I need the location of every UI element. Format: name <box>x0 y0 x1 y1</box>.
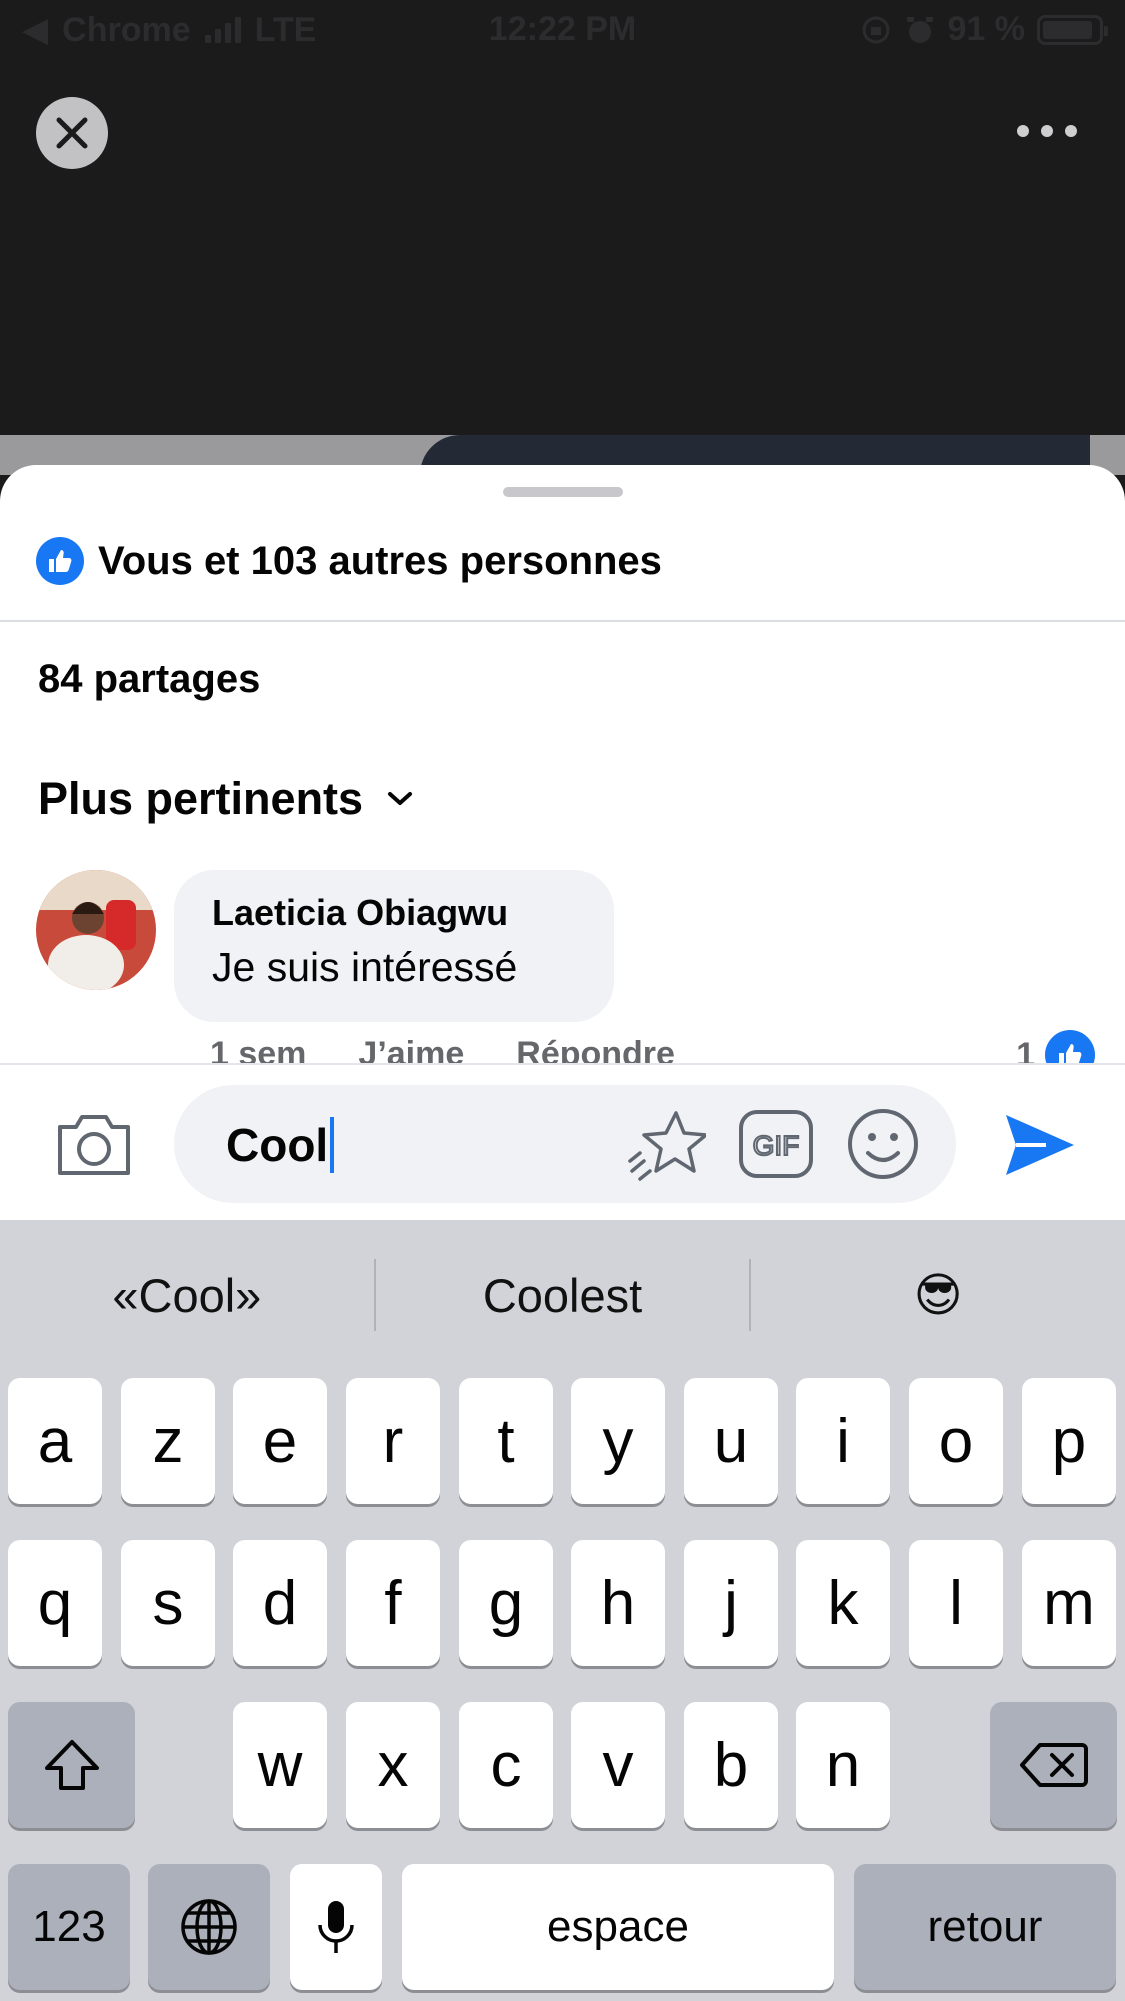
key-t[interactable]: t <box>459 1378 553 1504</box>
key-s[interactable]: s <box>121 1540 215 1666</box>
key-f[interactable]: f <box>346 1540 440 1666</box>
globe-key[interactable] <box>148 1864 270 1990</box>
battery-percent: 91 % <box>947 10 1026 48</box>
like-icon <box>36 537 84 585</box>
key-o[interactable]: o <box>909 1378 1003 1504</box>
comment-composer: Cool GIF <box>0 1063 1125 1220</box>
key-y[interactable]: y <box>571 1378 665 1504</box>
more-options-button[interactable] <box>1017 116 1077 146</box>
sticker-icon[interactable] <box>626 1105 706 1185</box>
key-row-2: q s d f g h j k l m <box>0 1540 1125 1666</box>
key-w[interactable]: w <box>233 1702 327 1828</box>
status-right: 91 % <box>860 10 1108 49</box>
key-h[interactable]: h <box>571 1540 665 1666</box>
key-z[interactable]: z <box>121 1378 215 1504</box>
keyboard: «Cool» Coolest 😎 a z e r t y u i o p q s… <box>0 1220 1125 2001</box>
likes-text: Vous et 103 autres personnes <box>98 538 662 583</box>
key-p[interactable]: p <box>1022 1378 1116 1504</box>
close-button[interactable] <box>36 97 108 169</box>
comment-input-text[interactable]: Cool <box>226 1117 335 1173</box>
dictation-key[interactable] <box>290 1864 382 1990</box>
send-icon[interactable] <box>1002 1107 1078 1183</box>
return-key[interactable]: retour <box>854 1864 1116 1990</box>
sheet-grabber[interactable] <box>503 487 623 497</box>
key-j[interactable]: j <box>684 1540 778 1666</box>
key-g[interactable]: g <box>459 1540 553 1666</box>
space-key[interactable]: espace <box>402 1864 834 1990</box>
divider <box>0 620 1125 622</box>
suggestion-2[interactable]: Coolest <box>376 1268 750 1323</box>
camera-icon[interactable] <box>54 1107 134 1179</box>
sort-dropdown[interactable]: Plus pertinents <box>38 773 415 825</box>
key-u[interactable]: u <box>684 1378 778 1504</box>
text-caret <box>330 1117 335 1173</box>
suggestion-bar: «Cool» Coolest 😎 <box>0 1220 1125 1370</box>
gif-icon[interactable]: GIF <box>738 1109 814 1179</box>
key-v[interactable]: v <box>571 1702 665 1828</box>
key-d[interactable]: d <box>233 1540 327 1666</box>
shift-icon <box>44 1740 99 1790</box>
key-b[interactable]: b <box>684 1702 778 1828</box>
key-l[interactable]: l <box>909 1540 1003 1666</box>
comment-text: Je suis intéressé <box>212 944 518 990</box>
key-c[interactable]: c <box>459 1702 553 1828</box>
key-n[interactable]: n <box>796 1702 890 1828</box>
globe-icon <box>181 1899 237 1955</box>
comment-input-value: Cool <box>226 1119 329 1171</box>
backspace-key[interactable] <box>990 1702 1117 1828</box>
lock-rotation-icon <box>862 16 889 43</box>
sort-label: Plus pertinents <box>38 773 364 824</box>
comment-bubble[interactable]: Laeticia Obiagwu Je suis intéressé <box>174 870 614 1022</box>
comment-input[interactable]: Cool GIF <box>174 1085 956 1203</box>
key-k[interactable]: k <box>796 1540 890 1666</box>
numbers-key[interactable]: 123 <box>8 1864 130 1990</box>
alarm-icon <box>906 16 933 43</box>
suggestion-1[interactable]: «Cool» <box>0 1268 374 1323</box>
comment-author[interactable]: Laeticia Obiagwu <box>212 892 576 934</box>
chevron-down-icon <box>388 792 413 805</box>
shift-key[interactable] <box>8 1702 135 1828</box>
key-m[interactable]: m <box>1022 1540 1116 1666</box>
more-icon <box>1017 125 1029 137</box>
key-row-1: a z e r t y u i o p <box>0 1378 1125 1504</box>
emoji-icon[interactable] <box>846 1107 920 1181</box>
key-x[interactable]: x <box>346 1702 440 1828</box>
battery-icon <box>1037 14 1108 45</box>
svg-text:GIF: GIF <box>753 1130 800 1161</box>
key-i[interactable]: i <box>796 1378 890 1504</box>
key-row-3: w x c v b n <box>0 1702 1125 1828</box>
likes-summary[interactable]: Vous et 103 autres personnes <box>36 537 662 585</box>
key-e[interactable]: e <box>233 1378 327 1504</box>
suggestion-3[interactable]: 😎 <box>751 1267 1125 1323</box>
avatar[interactable] <box>36 870 156 990</box>
microphone-icon <box>318 1901 354 1953</box>
key-r[interactable]: r <box>346 1378 440 1504</box>
status-bar: ◀ Chrome LTE 12:22 PM 91 % <box>0 0 1125 60</box>
close-icon <box>56 117 88 149</box>
key-a[interactable]: a <box>8 1378 102 1504</box>
key-row-4: 123 espace retour <box>0 1864 1125 1990</box>
key-q[interactable]: q <box>8 1540 102 1666</box>
shares-count[interactable]: 84 partages <box>38 657 260 702</box>
backspace-icon <box>1019 1743 1088 1787</box>
